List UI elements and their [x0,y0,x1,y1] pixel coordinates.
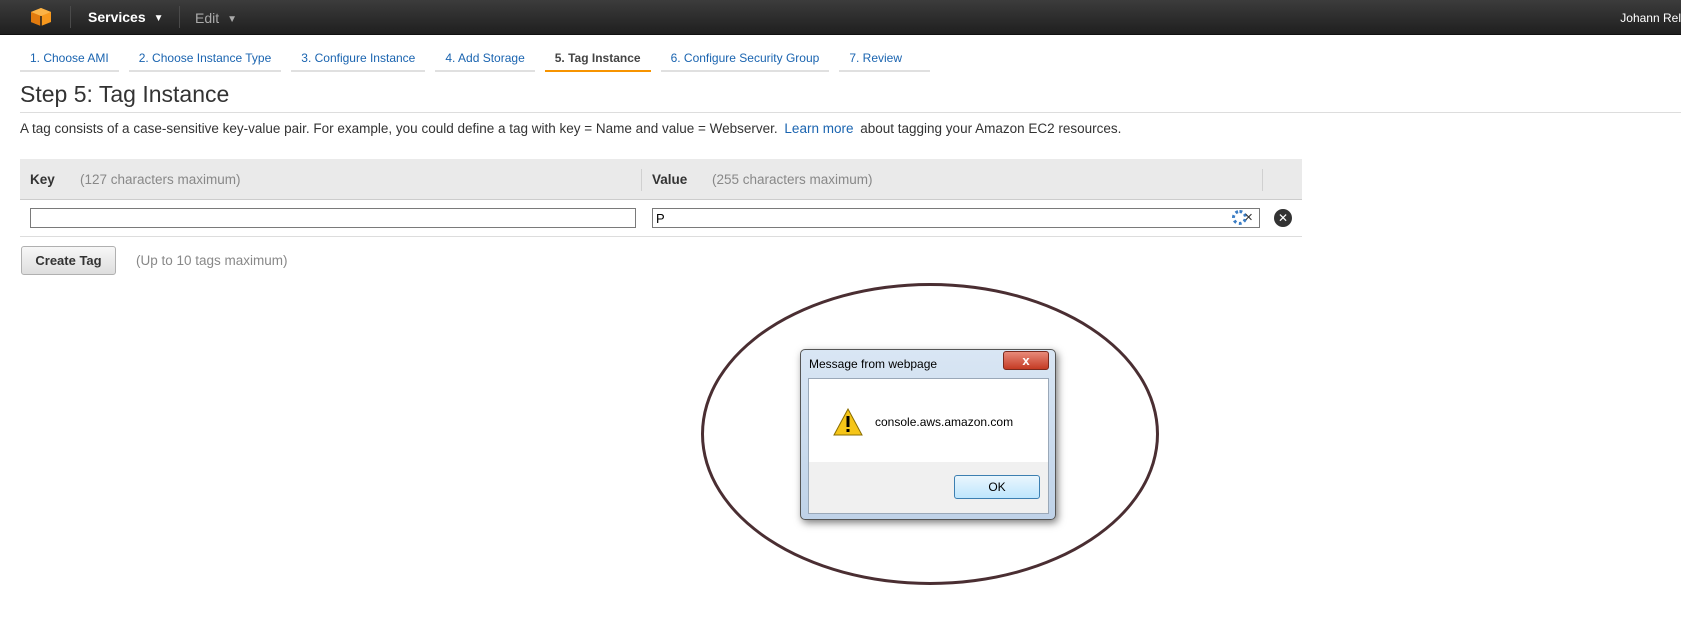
aws-cube-icon[interactable] [30,7,52,27]
nav-divider [179,6,180,28]
nav-divider [70,6,71,28]
edit-label: Edit [195,10,220,26]
tab-choose-ami[interactable]: 1. Choose AMI [20,46,119,72]
tag-table-header: Key (127 characters maximum) Value (255 … [20,159,1302,200]
tab-configure-security-group[interactable]: 6. Configure Security Group [660,46,830,72]
user-menu[interactable]: Johann Rel [1620,11,1681,25]
tab-tag-instance[interactable]: 5. Tag Instance [544,46,651,72]
key-column-header: Key [30,172,55,187]
tag-key-input[interactable] [30,208,636,228]
dialog-title: Message from webpage [809,357,938,371]
edit-menu[interactable]: Edit ▼ [195,10,237,26]
table-row: ✕ ✕ [20,200,1302,237]
column-divider [1262,169,1263,191]
description-text-end: about tagging your Amazon EC2 resources. [860,121,1122,136]
warning-icon [833,408,863,436]
tab-review[interactable]: 7. Review [839,46,930,72]
tab-add-storage[interactable]: 4. Add Storage [435,46,535,72]
wizard-steps: 1. Choose AMI 2. Choose Instance Type 3.… [20,46,940,72]
chevron-down-icon: ▼ [227,14,238,25]
description-text: A tag consists of a case-sensitive key-v… [20,121,778,136]
value-column-header: Value [652,172,688,187]
top-navbar: Services ▼ Edit ▼ Johann Rel [0,0,1681,35]
dialog-footer: OK [809,462,1048,513]
value-column-hint: (255 characters maximum) [712,172,873,187]
services-menu[interactable]: Services ▼ [88,9,164,25]
dialog-message: console.aws.amazon.com [875,415,1014,429]
learn-more-link[interactable]: Learn more [784,121,853,136]
page-title: Step 5: Tag Instance [20,81,230,107]
chevron-down-icon: ▼ [153,13,164,24]
tag-value-input[interactable] [652,208,1260,228]
column-divider [641,169,642,191]
page-description: A tag consists of a case-sensitive key-v… [20,121,1121,136]
alert-dialog: Message from webpage x console.aws.amazo… [800,349,1056,520]
tag-limit-hint: (Up to 10 tags maximum) [136,253,288,268]
create-tag-button[interactable]: Create Tag [21,246,116,275]
title-divider [20,112,1681,113]
tab-configure-instance[interactable]: 3. Configure Instance [291,46,426,72]
tab-choose-instance-type[interactable]: 2. Choose Instance Type [128,46,282,72]
ok-button[interactable]: OK [954,475,1040,499]
key-column-hint: (127 characters maximum) [80,172,241,187]
remove-tag-icon[interactable]: ✕ [1274,209,1292,227]
clear-input-icon[interactable]: ✕ [1244,211,1253,224]
dialog-body: console.aws.amazon.com OK [808,378,1049,514]
services-label: Services [88,9,146,25]
dialog-close-button[interactable]: x [1003,351,1049,370]
